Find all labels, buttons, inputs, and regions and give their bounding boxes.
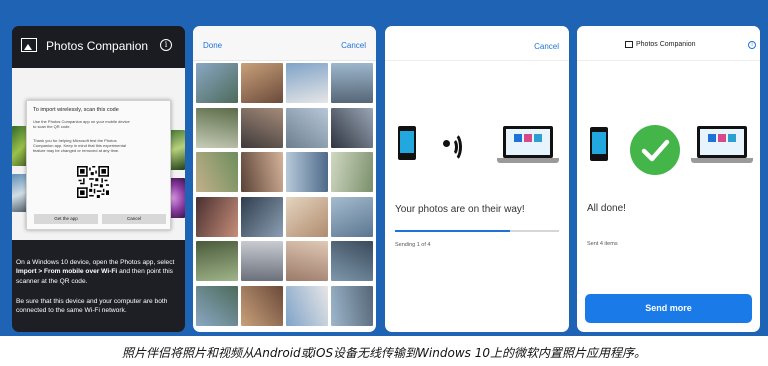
dialog-body-2: Thank you for helping Microsoft test the… — [33, 138, 126, 153]
photo-thumbnail[interactable] — [286, 63, 328, 103]
done-message: All done! — [587, 203, 626, 214]
wifi-wave-icon — [445, 132, 462, 162]
photo-icon — [21, 38, 37, 52]
app-title: Photos Companion — [46, 39, 149, 53]
laptop-icon — [497, 126, 559, 163]
phone-icon — [398, 126, 416, 160]
dialog-title: To import wirelessly, scan this code — [33, 107, 119, 113]
scan-dialog: To import wirelessly, scan this code Use… — [26, 100, 171, 230]
photo-thumbnail[interactable] — [196, 285, 238, 326]
sending-status: Sending 1 of 4 — [395, 242, 431, 248]
sent-status: Sent 4 items — [587, 241, 618, 247]
photo-thumbnail[interactable] — [331, 107, 373, 148]
photo-thumbnail[interactable] — [286, 285, 328, 326]
dialog-body-1: Use the Photos Companion app on your mob… — [33, 119, 130, 129]
wifi-note: Be sure that this device and your comput… — [16, 298, 168, 315]
photo-thumbnail[interactable] — [196, 196, 238, 237]
progress-bar — [395, 230, 559, 232]
picker-cancel-button[interactable]: Cancel — [341, 41, 366, 50]
app-title: Photos Companion — [636, 41, 696, 48]
wifi-dot-icon — [443, 140, 450, 147]
instruction-menu-path: Import > From mobile over Wi-Fi — [16, 268, 118, 276]
sending-cancel-button[interactable]: Cancel — [534, 42, 559, 51]
photo-thumbnail[interactable] — [196, 152, 238, 192]
send-more-button[interactable]: Send more — [585, 294, 752, 323]
app-header: Photos Companion i — [12, 26, 185, 68]
photo-thumbnail[interactable] — [331, 241, 373, 281]
photo-thumbnail[interactable] — [241, 285, 283, 326]
instruction-text: On a Windows 10 device, open the Photos … — [16, 258, 182, 286]
photo-thumbnail[interactable] — [241, 63, 283, 103]
photo-thumbnail[interactable] — [196, 241, 238, 281]
photo-thumbnail[interactable] — [196, 63, 238, 103]
qr-code — [77, 166, 109, 198]
picker-header: Done Cancel — [193, 26, 376, 61]
done-button[interactable]: Done — [203, 41, 222, 50]
photo-thumbnail[interactable] — [241, 241, 283, 281]
photo-thumbnail[interactable] — [286, 196, 328, 237]
dialog-cancel-button[interactable]: Cancel — [102, 214, 166, 224]
photo-thumbnail[interactable] — [286, 152, 328, 192]
photo-thumbnail[interactable] — [241, 152, 283, 192]
phone-icon — [590, 127, 608, 161]
photo-thumbnail[interactable] — [331, 152, 373, 192]
screen-done: Photos Companion i All done! Sent 4 item… — [577, 26, 760, 332]
screen-scan-qr: Photos Companion i To import wirelessly,… — [12, 26, 185, 332]
divider — [385, 60, 569, 61]
instruction-pre: On a Windows 10 device, open the Photos … — [16, 259, 175, 266]
photo-thumbnail[interactable] — [331, 285, 373, 326]
photo-thumbnail[interactable] — [286, 107, 328, 148]
photo-thumbnail[interactable] — [331, 196, 373, 237]
photo-thumbnail[interactable] — [331, 63, 373, 103]
photo-thumbnail[interactable] — [241, 196, 283, 237]
photo-thumbnail[interactable] — [196, 107, 238, 148]
photo-thumbnail[interactable] — [286, 241, 328, 281]
get-app-button[interactable]: Get the app — [34, 214, 98, 224]
sending-message: Your photos are on their way! — [395, 204, 525, 215]
progress-fill — [395, 230, 510, 232]
info-icon[interactable]: i — [748, 41, 756, 49]
done-header: Photos Companion i — [577, 26, 760, 61]
screen-select-photos: Done Cancel — [193, 26, 376, 332]
photo-icon — [625, 41, 633, 48]
figure-caption: 照片伴侣将照片和视频从Android或iOS设备无线传输到Windows 10上… — [122, 346, 646, 360]
laptop-icon — [691, 126, 753, 163]
photo-thumbnail[interactable] — [241, 107, 283, 148]
checkmark-icon — [630, 125, 680, 175]
screen-sending: Cancel Your photos are on their way! Sen… — [385, 26, 569, 332]
info-icon[interactable]: i — [160, 39, 172, 51]
